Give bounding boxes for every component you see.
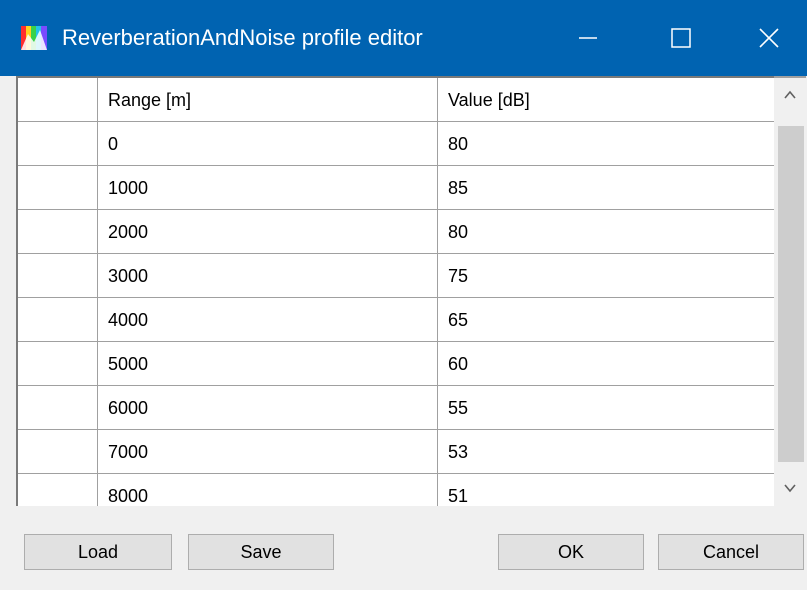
row-header[interactable]	[18, 474, 98, 506]
table-row[interactable]: 2000 80	[18, 210, 774, 254]
scroll-thumb[interactable]	[778, 126, 804, 462]
maximize-button[interactable]	[634, 0, 726, 76]
title-bar[interactable]: ReverberationAndNoise profile editor	[0, 0, 807, 76]
range-cell[interactable]: 5000	[98, 342, 438, 386]
maximize-icon	[671, 28, 691, 48]
table-row[interactable]: 1000 85	[18, 166, 774, 210]
range-cell[interactable]: 8000	[98, 474, 438, 506]
save-button[interactable]: Save	[188, 534, 334, 570]
scroll-up-button[interactable]	[774, 78, 806, 112]
value-cell[interactable]: 53	[438, 430, 774, 474]
chevron-up-icon	[784, 90, 796, 99]
close-button[interactable]	[715, 0, 807, 76]
table-row[interactable]: 0 80	[18, 122, 774, 166]
row-header-corner[interactable]	[18, 78, 98, 122]
value-cell[interactable]: 80	[438, 210, 774, 254]
table-row[interactable]: 5000 60	[18, 342, 774, 386]
grid-viewport: Range [m] Value [dB] 0 80 1000 85 2000 8…	[16, 76, 774, 506]
table-row[interactable]: 8000 51	[18, 474, 774, 506]
close-icon	[759, 28, 779, 48]
load-button[interactable]: Load	[24, 534, 172, 570]
value-cell[interactable]: 55	[438, 386, 774, 430]
minimize-button[interactable]	[542, 0, 634, 76]
window-title: ReverberationAndNoise profile editor	[62, 25, 423, 50]
row-header[interactable]	[18, 386, 98, 430]
value-cell[interactable]: 80	[438, 122, 774, 166]
range-cell[interactable]: 4000	[98, 298, 438, 342]
minimize-icon	[579, 37, 597, 39]
vertical-scrollbar[interactable]	[774, 78, 806, 506]
row-header[interactable]	[18, 342, 98, 386]
table-row[interactable]: 3000 75	[18, 254, 774, 298]
cancel-button[interactable]: Cancel	[658, 534, 804, 570]
value-cell[interactable]: 85	[438, 166, 774, 210]
table-row[interactable]: 7000 53	[18, 430, 774, 474]
table-row[interactable]: 4000 65	[18, 298, 774, 342]
profile-editor-window: ReverberationAndNoise profile editor Ran…	[0, 0, 807, 590]
profile-grid[interactable]: Range [m] Value [dB] 0 80 1000 85 2000 8…	[16, 76, 806, 506]
range-cell[interactable]: 7000	[98, 430, 438, 474]
ok-button[interactable]: OK	[498, 534, 644, 570]
value-cell[interactable]: 51	[438, 474, 774, 506]
table-row[interactable]: 6000 55	[18, 386, 774, 430]
row-header[interactable]	[18, 254, 98, 298]
column-header-value[interactable]: Value [dB]	[438, 78, 774, 122]
value-cell[interactable]: 65	[438, 298, 774, 342]
row-header[interactable]	[18, 298, 98, 342]
row-header[interactable]	[18, 430, 98, 474]
range-cell[interactable]: 1000	[98, 166, 438, 210]
chevron-down-icon	[784, 484, 796, 493]
range-cell[interactable]: 6000	[98, 386, 438, 430]
row-header[interactable]	[18, 210, 98, 254]
scroll-down-button[interactable]	[774, 472, 806, 506]
row-header[interactable]	[18, 122, 98, 166]
value-cell[interactable]: 60	[438, 342, 774, 386]
app-icon	[20, 24, 48, 52]
range-cell[interactable]: 2000	[98, 210, 438, 254]
row-header[interactable]	[18, 166, 98, 210]
header-row: Range [m] Value [dB]	[18, 78, 774, 122]
value-cell[interactable]: 75	[438, 254, 774, 298]
range-cell[interactable]: 3000	[98, 254, 438, 298]
column-header-range[interactable]: Range [m]	[98, 78, 438, 122]
range-cell[interactable]: 0	[98, 122, 438, 166]
